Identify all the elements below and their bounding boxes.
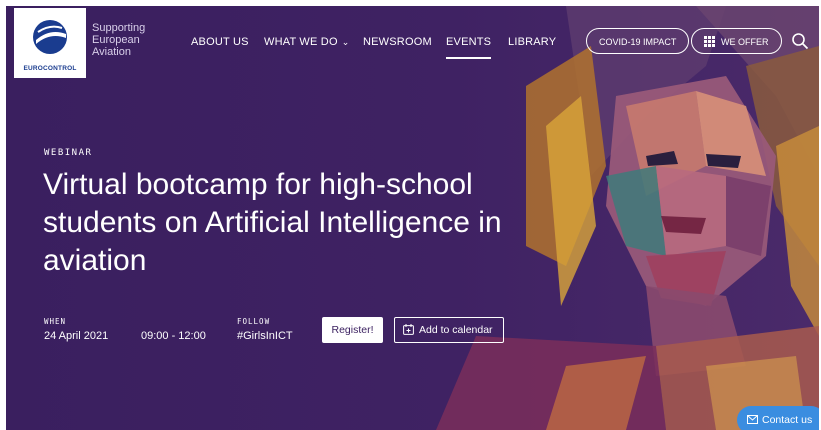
search-icon[interactable] bbox=[791, 32, 809, 50]
hashtag-link[interactable]: #GirlsInICT bbox=[237, 330, 293, 342]
calendar-icon bbox=[403, 324, 414, 335]
mail-icon bbox=[747, 415, 758, 424]
when-label: WHEN bbox=[44, 317, 67, 326]
event-type-label: WEBINAR bbox=[44, 148, 93, 158]
tagline: Supporting European Aviation bbox=[92, 22, 162, 58]
nav-item-label: WHAT WE DO bbox=[264, 36, 338, 48]
tagline-line: Aviation bbox=[92, 46, 131, 58]
eurocontrol-logo-icon bbox=[33, 20, 67, 54]
add-to-calendar-button[interactable]: Add to calendar bbox=[394, 317, 504, 343]
we-offer-button[interactable]: WE OFFER bbox=[691, 28, 782, 54]
nav-item-events[interactable]: EVENTS bbox=[446, 36, 492, 59]
event-date: 24 April 2021 bbox=[44, 330, 109, 342]
logo-text: EUROCONTROL bbox=[23, 65, 77, 72]
contact-us-label: Contact us bbox=[762, 414, 813, 426]
nav-item-newsroom[interactable]: NEWSROOM bbox=[363, 36, 432, 48]
we-offer-label: WE OFFER bbox=[721, 37, 769, 47]
covid-impact-button[interactable]: COVID-19 IMPACT bbox=[586, 28, 690, 54]
eurocontrol-logo[interactable]: EUROCONTROL bbox=[14, 8, 86, 78]
page-title: Virtual bootcamp for high-school student… bbox=[43, 168, 502, 277]
nav-item-what-we-do[interactable]: WHAT WE DO ⌄ bbox=[264, 36, 349, 48]
nav-item-about-us[interactable]: ABOUT US bbox=[191, 36, 249, 48]
grid-icon bbox=[704, 36, 715, 47]
nav-item-library[interactable]: LIBRARY bbox=[508, 36, 556, 48]
add-to-calendar-label: Add to calendar bbox=[419, 324, 493, 336]
chevron-down-icon: ⌄ bbox=[341, 37, 350, 47]
tagline-line: Supporting bbox=[92, 22, 146, 34]
follow-label: FOLLOW bbox=[237, 317, 271, 326]
tagline-line: European bbox=[92, 34, 140, 46]
event-time: 09:00 - 12:00 bbox=[141, 330, 206, 342]
covid-impact-label: COVID-19 IMPACT bbox=[599, 37, 677, 47]
contact-us-button[interactable]: Contact us bbox=[737, 406, 819, 430]
register-button[interactable]: Register! bbox=[322, 317, 383, 343]
page: EUROCONTROL Supporting European Aviation… bbox=[6, 6, 819, 430]
